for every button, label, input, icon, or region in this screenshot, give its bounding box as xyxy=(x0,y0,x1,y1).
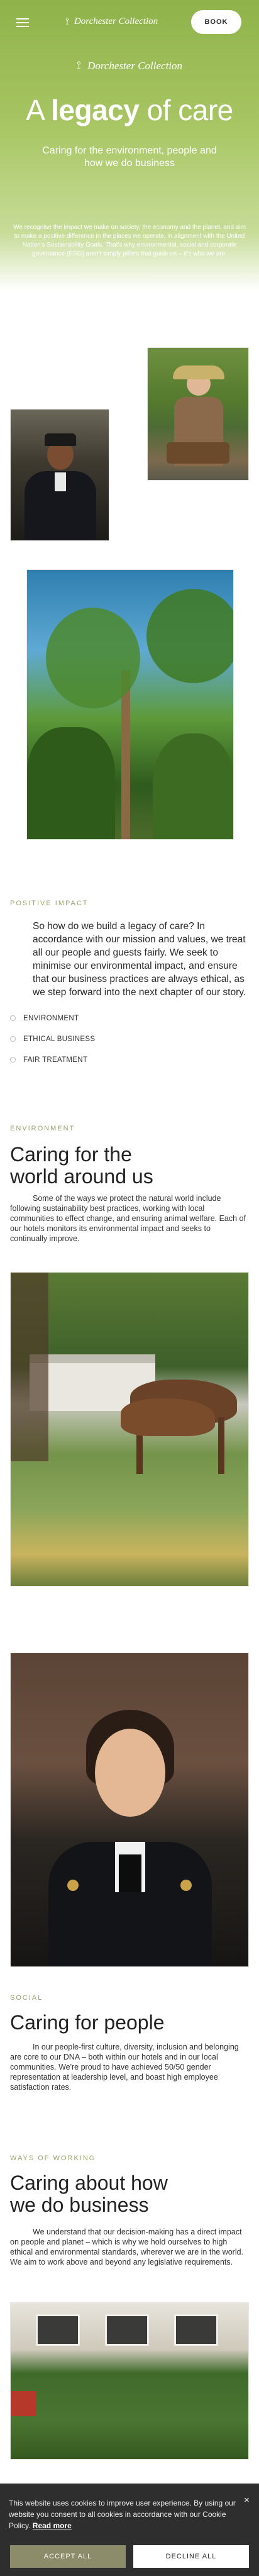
close-icon[interactable]: × xyxy=(244,2495,250,2506)
tab-label: FAIR TREATMENT xyxy=(23,1056,88,1064)
page: ⟟ Dorchester Collection BOOK ⟟ Dorcheste… xyxy=(0,0,259,2576)
top-bar: ⟟ Dorchester Collection BOOK xyxy=(0,0,259,44)
hero-logo: ⟟ Dorchester Collection xyxy=(0,59,259,72)
brand-name: Dorchester Collection xyxy=(74,16,158,26)
book-button[interactable]: BOOK xyxy=(191,10,241,34)
environment-body: Some of the ways we protect the natural … xyxy=(10,1194,246,1243)
hamburger-menu-icon[interactable] xyxy=(16,18,29,27)
working-heading: Caring about how we do business xyxy=(10,2172,168,2216)
working-body: We understand that our decision-making h… xyxy=(10,2228,244,2267)
staff-portrait-photo xyxy=(10,1653,249,1967)
radio-icon xyxy=(10,1015,16,1021)
environment-heading: Caring for the world around us xyxy=(10,1143,153,1188)
positive-impact-eyebrow: POSITIVE IMPACT xyxy=(10,900,89,907)
title-suffix: of care xyxy=(146,94,234,126)
gardener-photo xyxy=(147,347,249,481)
impact-tabs: ENVIRONMENT ETHICAL BUSINESS FAIR TREATM… xyxy=(10,1008,249,1070)
accept-all-button[interactable]: ACCEPT ALL xyxy=(10,2545,126,2568)
radio-icon xyxy=(10,1057,16,1062)
social-body: In our people-first culture, diversity, … xyxy=(10,2043,239,2092)
tab-environment[interactable]: ENVIRONMENT xyxy=(10,1008,249,1029)
social-eyebrow: SOCIAL xyxy=(10,1994,43,2002)
social-heading: Caring for people xyxy=(10,2011,165,2034)
title-bold: legacy xyxy=(51,94,140,126)
title-prefix: A xyxy=(26,94,43,126)
radio-icon xyxy=(10,1036,16,1042)
intro-lead: So how do we build a legacy of care? In … xyxy=(33,921,246,998)
header-logo[interactable]: ⟟ Dorchester Collection xyxy=(65,15,158,28)
hero-body: We recognise the impact we make on socie… xyxy=(13,224,246,257)
hero-section: ⟟ Dorchester Collection BOOK ⟟ Dorcheste… xyxy=(0,0,259,291)
cookie-banner: This website uses cookies to improve use… xyxy=(0,2484,259,2576)
ivy-building-photo xyxy=(10,2302,249,2460)
cookie-text: This website uses cookies to improve use… xyxy=(9,2497,241,2531)
doorman-photo xyxy=(10,409,109,541)
palm-garden-photo xyxy=(26,569,234,840)
ways-of-working-eyebrow: WAYS OF WORKING xyxy=(10,2155,96,2162)
brand-mark-icon: ⟟ xyxy=(76,59,81,72)
page-title: A legacy of care xyxy=(0,93,259,127)
hero-brand-name: Dorchester Collection xyxy=(87,60,183,72)
decline-all-button[interactable]: DECLINE ALL xyxy=(133,2545,249,2568)
horses-photo xyxy=(10,1272,249,1586)
brand-mark-icon: ⟟ xyxy=(65,15,69,27)
read-more-link[interactable]: Read more xyxy=(33,2521,72,2530)
tab-fair-treatment[interactable]: FAIR TREATMENT xyxy=(10,1049,249,1070)
tab-label: ETHICAL BUSINESS xyxy=(23,1035,96,1043)
tab-label: ENVIRONMENT xyxy=(23,1014,79,1022)
environment-eyebrow: ENVIRONMENT xyxy=(10,1125,75,1132)
tab-ethical-business[interactable]: ETHICAL BUSINESS xyxy=(10,1029,249,1049)
hero-subtitle: Caring for the environment, people and h… xyxy=(42,145,217,169)
